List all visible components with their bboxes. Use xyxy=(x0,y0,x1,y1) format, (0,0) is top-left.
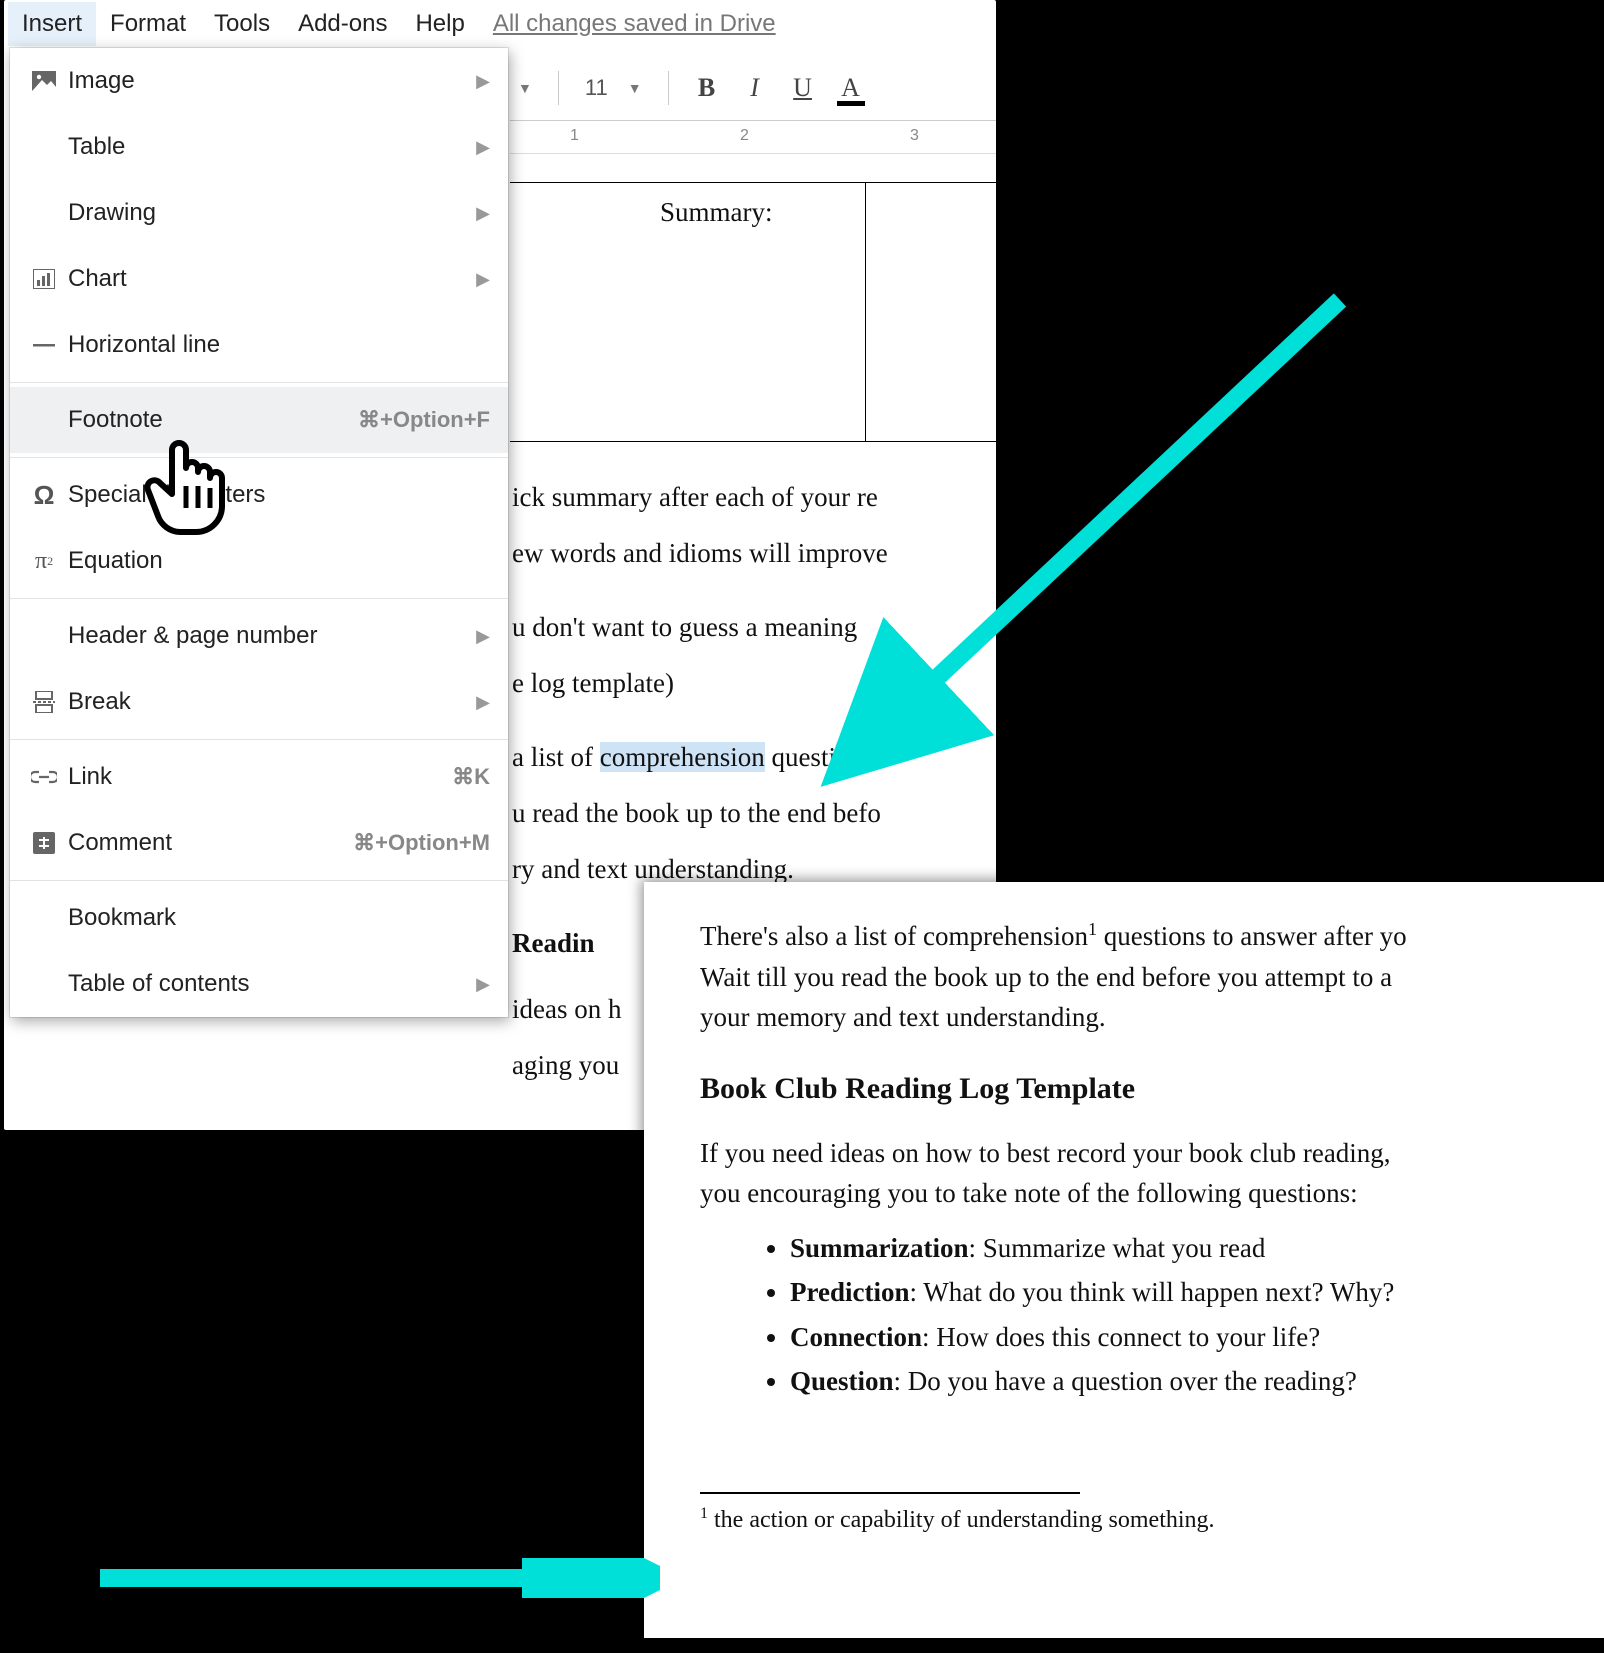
document-text: u read the book up to the end befo xyxy=(510,786,996,842)
menu-separator xyxy=(10,382,508,383)
toolbar-divider xyxy=(668,71,669,105)
menu-item-label: Comment xyxy=(64,829,353,857)
bold-button[interactable]: B xyxy=(687,68,727,108)
comment-icon xyxy=(24,832,64,854)
list-item: Question: Do you have a question over th… xyxy=(790,1361,1592,1402)
menu-item-label: Footnote xyxy=(64,406,358,434)
submenu-arrow-icon: ▶ xyxy=(476,269,490,290)
document-text: u don't want to guess a meaning xyxy=(510,600,996,656)
list-item: Prediction: What do you think will happe… xyxy=(790,1272,1592,1313)
menu-shortcut: ⌘K xyxy=(452,764,490,790)
pi-squared-icon: π2 xyxy=(24,548,64,575)
chart-icon xyxy=(24,269,64,289)
footnote-separator xyxy=(700,1492,1080,1494)
menu-item-label: Chart xyxy=(64,265,476,293)
menu-item-horizontal-line[interactable]: Horizontal line xyxy=(10,312,508,378)
font-size-value: 11 xyxy=(585,75,608,101)
save-status: All changes saved in Drive xyxy=(493,10,776,38)
menu-item-label: Special characters xyxy=(64,481,490,509)
footnote-text: 1 the action or capability of understand… xyxy=(700,1502,1592,1538)
menu-item-table-of-contents[interactable]: Table of contents ▶ xyxy=(10,951,508,1017)
menu-item-label: Header & page number xyxy=(64,622,476,650)
caret-down-icon: ▼ xyxy=(518,80,532,96)
menu-shortcut: ⌘+Option+M xyxy=(353,830,490,856)
submenu-arrow-icon: ▶ xyxy=(476,203,490,224)
document-text: e log template) xyxy=(510,656,996,712)
image-icon xyxy=(24,71,64,91)
document-text: ick summary after each of your re xyxy=(510,470,996,526)
list-item: Summarization: Summarize what you read xyxy=(790,1228,1592,1269)
menu-item-bookmark[interactable]: Bookmark xyxy=(10,885,508,951)
menu-item-label: Break xyxy=(64,688,476,716)
text-color-button[interactable]: A xyxy=(831,68,871,108)
formatting-toolbar: ▼ 11 ▼ B I U A xyxy=(510,56,996,120)
document-table: Summary: xyxy=(510,182,996,442)
overlay-paragraph: If you need ideas on how to best record … xyxy=(700,1133,1592,1214)
ruler-tick: 2 xyxy=(740,127,749,145)
overlay-heading: Book Club Reading Log Template xyxy=(700,1066,1592,1111)
menu-item-chart[interactable]: Chart ▶ xyxy=(10,246,508,312)
insert-dropdown: Image ▶ Table ▶ Drawing ▶ Chart ▶ Horizo… xyxy=(10,48,508,1017)
menu-item-label: Drawing xyxy=(64,199,476,227)
menu-item-label: Image xyxy=(64,67,476,95)
overlay-bullet-list: Summarization: Summarize what you read P… xyxy=(700,1228,1592,1402)
page-break-icon xyxy=(24,691,64,713)
submenu-arrow-icon: ▶ xyxy=(476,974,490,995)
menu-insert[interactable]: Insert xyxy=(8,2,96,46)
menu-tools[interactable]: Tools xyxy=(200,2,284,46)
menu-item-label: Bookmark xyxy=(64,904,490,932)
submenu-arrow-icon: ▶ xyxy=(476,692,490,713)
menu-item-label: Link xyxy=(64,763,452,791)
pointer-cursor-icon xyxy=(142,438,232,543)
list-item: Connection: How does this connect to you… xyxy=(790,1317,1592,1358)
menu-item-label: Table xyxy=(64,133,476,161)
omega-icon: Ω xyxy=(24,480,64,511)
menu-item-equation[interactable]: π2 Equation xyxy=(10,528,508,594)
menu-separator xyxy=(10,739,508,740)
underline-button[interactable]: U xyxy=(783,68,823,108)
menu-separator xyxy=(10,880,508,881)
submenu-arrow-icon: ▶ xyxy=(476,71,490,92)
menu-item-break[interactable]: Break ▶ xyxy=(10,669,508,735)
result-overlay: There's also a list of comprehension1 qu… xyxy=(644,882,1604,1638)
link-icon xyxy=(24,770,64,784)
menu-item-header-page-number[interactable]: Header & page number ▶ xyxy=(10,603,508,669)
menu-item-footnote[interactable]: Footnote ⌘+Option+F xyxy=(10,387,508,453)
menubar: Insert Format Tools Add-ons Help All cha… xyxy=(4,0,996,48)
font-dropdown[interactable]: ▼ xyxy=(510,76,540,100)
menu-item-label: Horizontal line xyxy=(64,331,490,359)
toolbar-divider xyxy=(558,71,559,105)
selected-text: comprehension xyxy=(600,742,765,772)
menu-separator xyxy=(10,457,508,458)
ruler-tick: 1 xyxy=(570,127,579,145)
menu-item-link[interactable]: Link ⌘K xyxy=(10,744,508,810)
document-text: ew words and idioms will improve xyxy=(510,526,996,582)
caret-down-icon: ▼ xyxy=(628,80,642,96)
submenu-arrow-icon: ▶ xyxy=(476,137,490,158)
menu-shortcut: ⌘+Option+F xyxy=(358,407,490,433)
menu-addons[interactable]: Add-ons xyxy=(284,2,401,46)
document-text: a list of comprehension questions xyxy=(510,730,996,786)
menu-item-special-characters[interactable]: Ω Special characters xyxy=(10,462,508,528)
menu-item-image[interactable]: Image ▶ xyxy=(10,48,508,114)
overlay-paragraph: There's also a list of comprehension1 qu… xyxy=(700,916,1592,1038)
menu-separator xyxy=(10,598,508,599)
menu-item-drawing[interactable]: Drawing ▶ xyxy=(10,180,508,246)
hline-icon xyxy=(24,343,64,347)
menu-item-table[interactable]: Table ▶ xyxy=(10,114,508,180)
horizontal-ruler[interactable]: 1 2 3 xyxy=(510,120,996,154)
ruler-tick: 3 xyxy=(910,127,919,145)
menu-item-label: Equation xyxy=(64,547,490,575)
menu-item-label: Table of contents xyxy=(64,970,476,998)
menu-item-comment[interactable]: Comment ⌘+Option+M xyxy=(10,810,508,876)
italic-button[interactable]: I xyxy=(735,68,775,108)
footnote-marker: 1 xyxy=(1088,919,1097,939)
table-cell-label: Summary: xyxy=(660,193,773,233)
font-size-dropdown[interactable]: 11 ▼ xyxy=(577,71,650,105)
annotation-arrow xyxy=(90,1558,660,1598)
submenu-arrow-icon: ▶ xyxy=(476,626,490,647)
menu-format[interactable]: Format xyxy=(96,2,200,46)
menu-help[interactable]: Help xyxy=(401,2,478,46)
